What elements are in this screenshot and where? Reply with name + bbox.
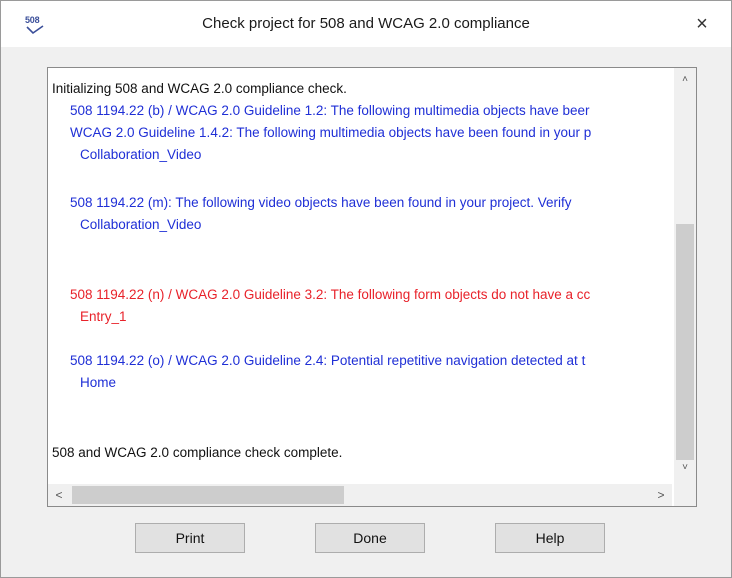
log-line-entry-1: Entry_1	[80, 309, 127, 324]
compliance-dialog: Check project for 508 and WCAG 2.0 compl…	[0, 0, 732, 578]
log-line-508-b: 508 1194.22 (b) / WCAG 2.0 Guideline 1.2…	[70, 103, 590, 118]
log-line-collab-video-2: Collaboration_Video	[80, 217, 202, 232]
results-log-text: Initializing 508 and WCAG 2.0 compliance…	[48, 68, 672, 484]
scroll-right-arrow[interactable]: >	[650, 488, 672, 502]
log-line-home: Home	[80, 375, 117, 390]
scroll-down-arrow[interactable]: ˅	[674, 462, 696, 473]
log-line-complete: 508 and WCAG 2.0 compliance check comple…	[52, 445, 343, 460]
scroll-left-arrow[interactable]: <	[48, 488, 70, 502]
log-line-508-o: 508 1194.22 (o) / WCAG 2.0 Guideline 2.4…	[70, 353, 586, 368]
scroll-up-arrow[interactable]: ˄	[674, 74, 696, 85]
vertical-scroll-thumb[interactable]	[676, 224, 694, 460]
log-line-wcag-142: WCAG 2.0 Guideline 1.4.2: The following …	[70, 125, 592, 140]
horizontal-scroll-thumb[interactable]	[72, 486, 344, 504]
app-508-icon: 508	[25, 15, 51, 39]
print-button[interactable]: Print	[135, 523, 245, 553]
log-line-init: Initializing 508 and WCAG 2.0 compliance…	[52, 81, 347, 96]
horizontal-scrollbar[interactable]: < >	[48, 484, 672, 506]
scrollbar-corner	[674, 484, 696, 506]
title-bar: Check project for 508 and WCAG 2.0 compl…	[1, 1, 731, 47]
window-title: Check project for 508 and WCAG 2.0 compl…	[202, 15, 530, 32]
results-log-panel[interactable]: Initializing 508 and WCAG 2.0 compliance…	[47, 67, 697, 507]
log-line-508-m: 508 1194.22 (m): The following video obj…	[70, 195, 572, 210]
vertical-scrollbar[interactable]: ˄ ˅	[674, 68, 696, 484]
checkmark-icon	[26, 25, 44, 35]
close-button[interactable]: ×	[689, 11, 715, 37]
help-button[interactable]: Help	[495, 523, 605, 553]
done-button[interactable]: Done	[315, 523, 425, 553]
log-line-508-n: 508 1194.22 (n) / WCAG 2.0 Guideline 3.2…	[70, 287, 591, 302]
log-line-collab-video-1: Collaboration_Video	[80, 147, 202, 162]
